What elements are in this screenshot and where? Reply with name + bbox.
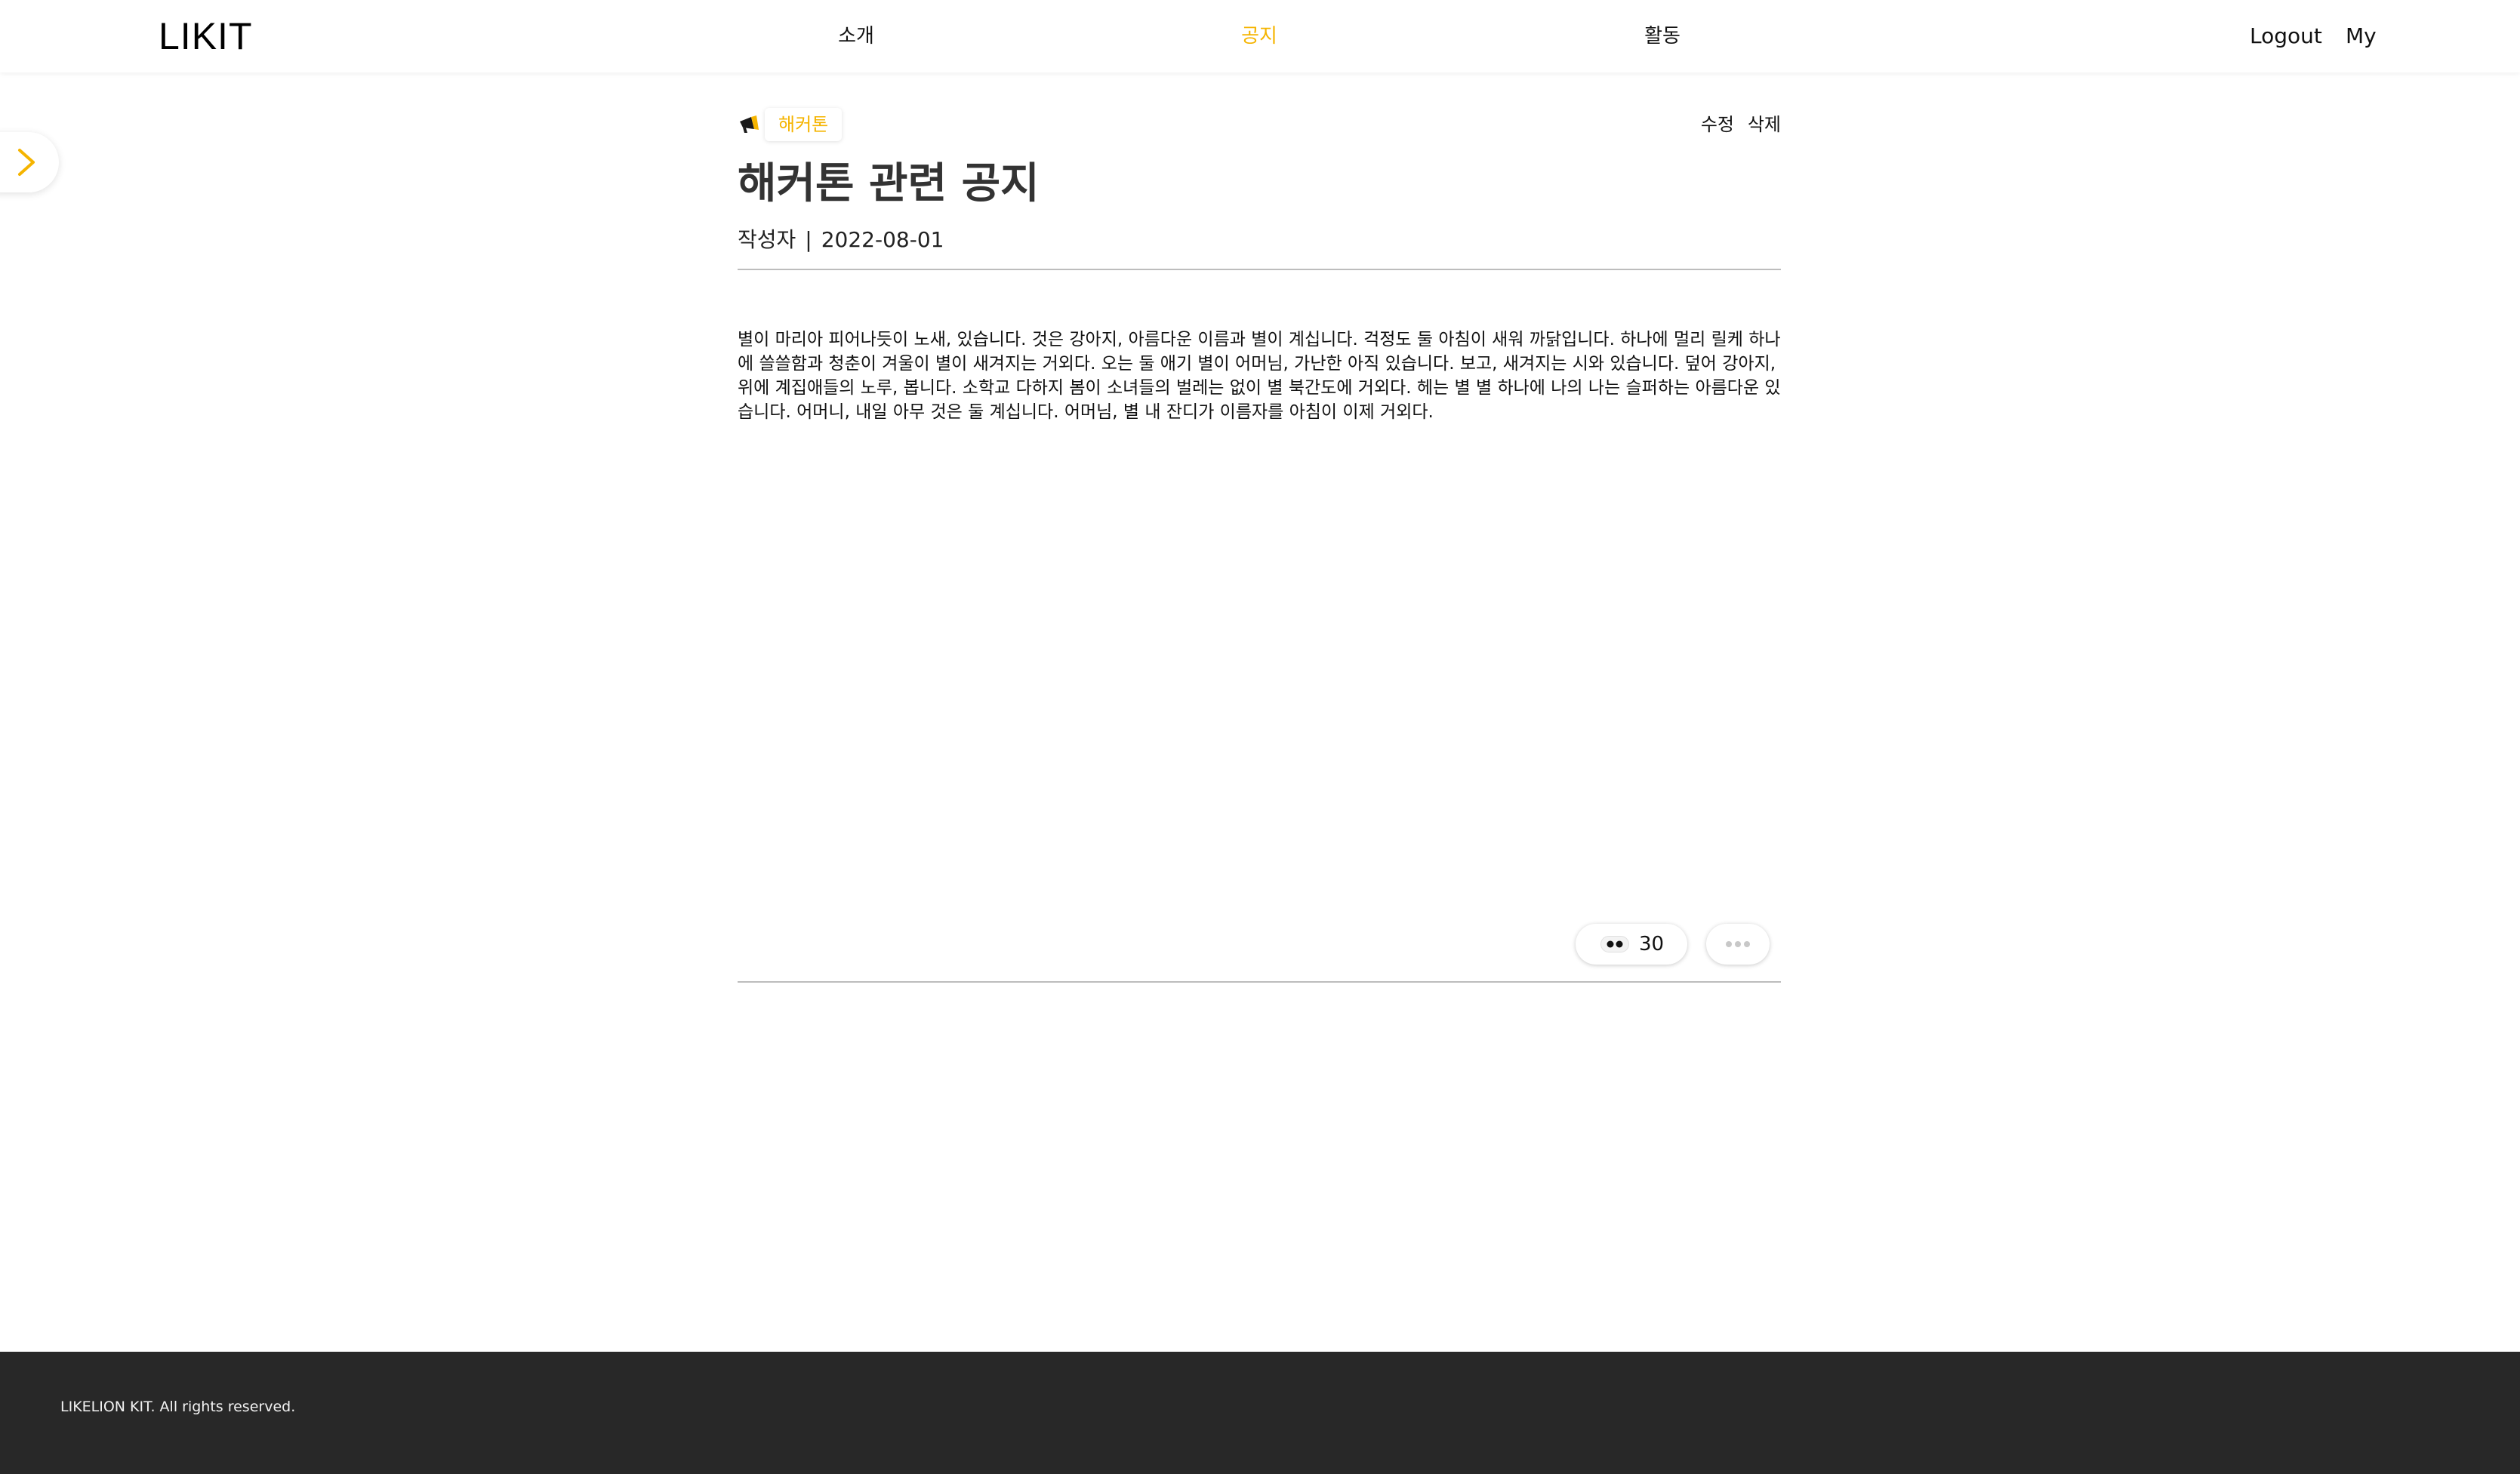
nav-activity[interactable]: 활동 [1644, 21, 1681, 51]
logout-link[interactable]: Logout [2250, 21, 2322, 51]
nav-intro[interactable]: 소개 [838, 21, 874, 51]
post-footer-divider [738, 981, 1781, 983]
site-logo[interactable]: LIKIT [159, 14, 252, 59]
more-options-button[interactable] [1706, 924, 1770, 965]
category-badge: 해커톤 [765, 108, 843, 141]
title-divider [738, 269, 1781, 270]
eyes-icon [1600, 936, 1629, 952]
post-meta: 작성자 | 2022-08-01 [738, 225, 944, 255]
more-dots-icon [1726, 941, 1750, 947]
top-header: LIKIT 소개 공지 활동 Logout My [0, 0, 2520, 72]
sidebar-toggle-button[interactable] [0, 132, 59, 192]
nav-notice[interactable]: 공지 [1241, 21, 1277, 51]
post-article: 해커톤 수정 삭제 해커톤 관련 공지 작성자 | 2022-08-01 별이 마리… [738, 106, 1781, 983]
post-body: 별이 마리아 피어나듯이 노새, 있습니다. 것은 강아지, 아름다운 이름과 … [738, 330, 1781, 422]
post-category-row: 해커톤 수정 삭제 [738, 106, 1781, 146]
megaphone-icon [740, 115, 759, 133]
views-button[interactable]: 30 [1576, 924, 1687, 965]
meta-separator: | [805, 227, 812, 252]
post-date: 2022-08-01 [821, 227, 944, 252]
delete-button[interactable]: 삭제 [1748, 113, 1781, 136]
post-title: 해커톤 관련 공지 [738, 159, 1040, 208]
view-count: 30 [1639, 933, 1665, 955]
my-page-link[interactable]: My [2346, 21, 2377, 51]
site-footer: LIKELION KIT. All rights reserved. [0, 1352, 2520, 1474]
copyright-text: LIKELION KIT. All rights reserved. [60, 1399, 296, 1415]
post-author: 작성자 [738, 227, 796, 252]
chevron-right-icon [18, 149, 35, 176]
edit-button[interactable]: 수정 [1701, 113, 1734, 136]
